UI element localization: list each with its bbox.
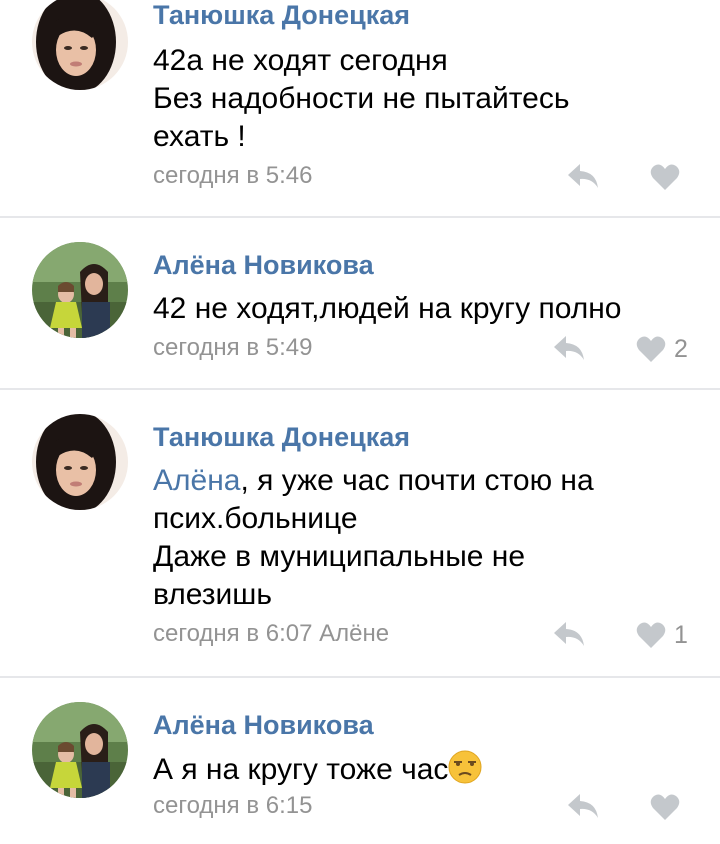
comment-item: Танюшка Донецкая Алёна, я уже час почти …: [0, 390, 720, 676]
comment-text-line: ехать !: [153, 120, 246, 153]
comment-item: Алёна Новикова 42 не ходят,людей на круг…: [0, 218, 720, 388]
comment-item: Алёна Новикова А я на кругу тоже час сег…: [0, 678, 720, 844]
heart-icon: [650, 794, 680, 820]
unamused-face-emoji-icon: [448, 750, 482, 784]
mention-link[interactable]: Алёна: [153, 464, 240, 497]
comment-text-fragment: , я уже час почти стою на: [240, 464, 594, 497]
comment-author[interactable]: Алёна Новикова: [153, 710, 374, 741]
avatar[interactable]: [32, 414, 128, 510]
comment-text-line: влезишь: [153, 578, 272, 611]
comment-timestamp: сегодня в 6:15: [153, 792, 313, 819]
like-button[interactable]: [650, 162, 688, 192]
heart-icon: [650, 164, 680, 190]
heart-icon: [636, 622, 666, 648]
comment-text-line: Алёна, я уже час почти стою на: [153, 462, 693, 500]
reply-arrow-icon[interactable]: [566, 792, 600, 820]
comment-text: 42 не ходят,людей на кругу полно: [153, 290, 693, 328]
heart-icon: [636, 336, 666, 362]
comment-text: А я на кругу тоже час: [153, 750, 693, 789]
comment-text-line: 42 не ходят,людей на кругу полно: [153, 292, 622, 325]
comment-timestamp: сегодня в 5:49: [153, 334, 313, 361]
comment-author[interactable]: Алёна Новикова: [153, 250, 374, 281]
avatar[interactable]: [32, 702, 128, 798]
like-count: 1: [674, 620, 688, 649]
reply-arrow-icon[interactable]: [552, 334, 586, 362]
comment-text-line: Без надобности не пытайтесь: [153, 82, 570, 115]
comment-timestamp: сегодня в 5:46: [153, 162, 313, 189]
comment-author[interactable]: Танюшка Донецкая: [153, 422, 410, 453]
avatar[interactable]: [32, 0, 128, 90]
comment-text: 42а не ходят сегодня Без надобности не п…: [153, 42, 693, 156]
comment-text-line: 42а не ходят сегодня: [153, 44, 448, 77]
comment-text-line: А я на кругу тоже час: [153, 750, 693, 789]
like-button[interactable]: 1: [636, 620, 688, 650]
comment-author[interactable]: Танюшка Донецкая: [153, 0, 410, 31]
like-count: 2: [674, 334, 688, 363]
comment-text: Алёна, я уже час почти стою на псих.боль…: [153, 462, 693, 614]
reply-arrow-icon[interactable]: [566, 162, 600, 190]
reply-arrow-icon[interactable]: [552, 620, 586, 648]
comment-item: Танюшка Донецкая 42а не ходят сегодня Бе…: [0, 0, 720, 216]
comment-timestamp: сегодня в 6:07 Алёне: [153, 620, 390, 647]
comment-text-fragment: А я на кругу тоже час: [153, 753, 449, 786]
comment-text-line: псих.больнице: [153, 502, 358, 535]
avatar[interactable]: [32, 242, 128, 338]
like-button[interactable]: 2: [636, 334, 688, 364]
comment-text-line: Даже в муниципальные не: [153, 540, 526, 573]
like-button[interactable]: [650, 792, 688, 822]
